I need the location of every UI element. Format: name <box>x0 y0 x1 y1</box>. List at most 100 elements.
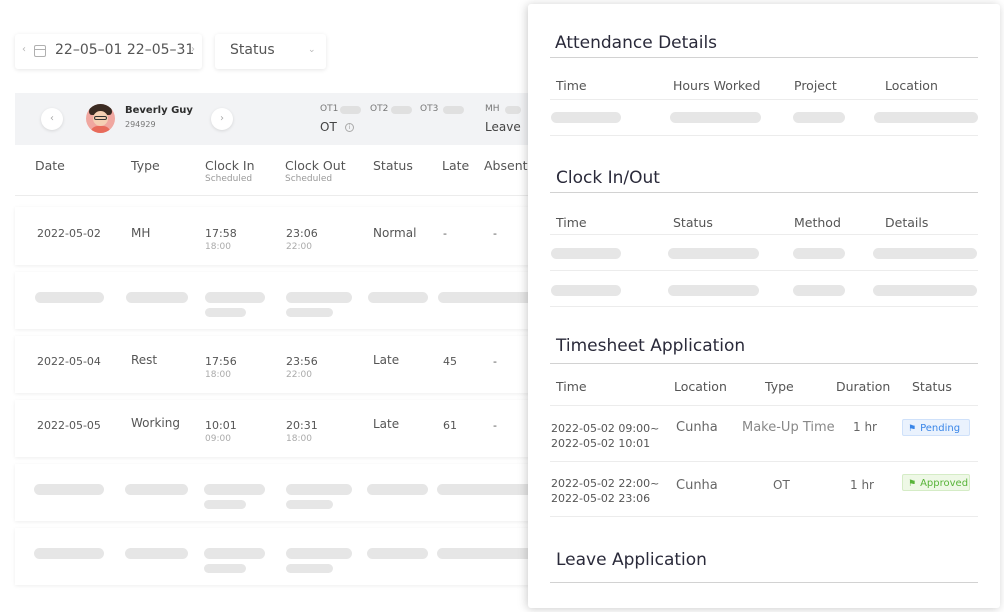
date-range-value: 22–05–01 22–05–31 <box>55 42 195 58</box>
skeleton-bar <box>793 285 845 296</box>
skeleton-bar <box>437 484 535 495</box>
date-range-picker[interactable]: ‹ 22–05–01 22–05–31 › <box>15 34 202 69</box>
employee-name: Beverly Guy <box>125 105 193 116</box>
prev-employee-button[interactable]: ‹ <box>41 108 63 130</box>
timesheet-time-start: 2022-05-02 09:00~ <box>551 422 660 435</box>
status-filter-label: Status <box>230 42 275 58</box>
avatar <box>86 104 115 133</box>
section-divider <box>550 192 978 193</box>
timesheet-location: Cunha <box>676 478 718 493</box>
row-late: 61 <box>443 419 457 432</box>
row-late: 45 <box>443 355 457 368</box>
row-divider <box>550 516 978 517</box>
next-employee-button[interactable]: › <box>211 108 233 130</box>
skeleton-bar <box>126 292 188 303</box>
timesheet-duration: 1 hr <box>853 420 877 434</box>
section-divider <box>550 57 978 58</box>
skeleton-bar <box>35 292 104 303</box>
calendar-icon <box>34 45 46 57</box>
ot-total-label: OT <box>320 120 337 134</box>
skeleton-bar <box>437 548 535 559</box>
skeleton-bar <box>874 112 978 123</box>
skeleton-bar <box>668 248 759 259</box>
leave-application-title: Leave Application <box>556 550 707 570</box>
section-divider <box>550 582 978 583</box>
table-row[interactable]: 2022-05-05 Working 10:01 09:00 20:31 18:… <box>15 400 535 457</box>
skeleton-bar <box>438 292 535 303</box>
chevron-right-icon[interactable]: › <box>191 44 195 55</box>
row-absent: - <box>493 419 497 432</box>
timesheet-application-title: Timesheet Application <box>556 336 746 356</box>
skeleton-bar <box>125 548 188 559</box>
skeleton-bar <box>286 484 352 495</box>
skeleton-bar <box>204 484 265 495</box>
attendance-col-hours: Hours Worked <box>673 78 761 93</box>
table-row[interactable]: 2022-05-02 MH 17:58 18:00 23:06 22:00 No… <box>15 207 535 265</box>
row-divider <box>550 234 978 235</box>
timesheet-time-end: 2022-05-02 10:01 <box>551 437 651 450</box>
status-badge-label: Pending <box>920 423 961 434</box>
chevron-down-icon: ⌄ <box>308 45 316 55</box>
row-clock-out-scheduled: 22:00 <box>286 242 312 252</box>
skeleton-bar <box>873 248 977 259</box>
table-row-loading <box>15 528 535 585</box>
table-row-loading <box>15 272 535 329</box>
section-divider <box>550 363 978 364</box>
ot3-value-placeholder <box>443 106 464 114</box>
col-clock-out: Clock Out <box>285 158 346 173</box>
skeleton-bar <box>34 484 104 495</box>
timesheet-col-duration: Duration <box>836 379 891 394</box>
skeleton-bar <box>286 500 333 509</box>
attendance-col-time: Time <box>556 78 587 93</box>
mh-label: MH <box>485 104 500 114</box>
col-status: Status <box>373 158 413 173</box>
skeleton-bar <box>204 564 246 573</box>
row-date: 2022-05-05 <box>37 419 101 432</box>
row-clock-out: 20:31 <box>286 419 318 432</box>
chevron-left-icon[interactable]: ‹ <box>22 44 26 55</box>
row-clock-in-scheduled: 18:00 <box>205 370 231 380</box>
clock-in-out-title: Clock In/Out <box>556 168 660 188</box>
status-badge-label: Approved <box>920 478 969 489</box>
col-clock-in: Clock In <box>205 158 255 173</box>
table-row-loading <box>15 464 535 521</box>
row-type: Working <box>131 416 180 430</box>
ot2-value-placeholder <box>391 106 412 114</box>
status-badge: ⚑ Approved <box>902 474 970 491</box>
col-clock-out-sub: Scheduled <box>285 174 333 184</box>
attendance-details-title: Attendance Details <box>555 33 718 53</box>
timesheet-type: OT <box>773 478 790 492</box>
row-clock-in: 10:01 <box>205 419 237 432</box>
row-absent: - <box>493 355 497 368</box>
skeleton-bar <box>205 308 246 317</box>
skeleton-bar <box>668 285 759 296</box>
skeleton-bar <box>286 564 333 573</box>
ot3-label: OT3 <box>420 104 439 114</box>
row-divider <box>550 135 978 136</box>
timesheet-type: Make-Up Time <box>742 420 835 435</box>
flag-icon: ⚑ <box>908 479 917 489</box>
row-divider <box>550 405 978 406</box>
row-status: Normal <box>373 226 417 240</box>
attendance-col-project: Project <box>794 78 837 93</box>
row-divider <box>550 461 978 462</box>
col-clock-in-sub: Scheduled <box>205 174 253 184</box>
mh-value-placeholder <box>505 106 521 114</box>
row-clock-in: 17:56 <box>205 355 237 368</box>
skeleton-bar <box>367 484 428 495</box>
row-clock-in-scheduled: 09:00 <box>205 434 231 444</box>
info-icon[interactable]: i <box>345 123 354 132</box>
status-filter-select[interactable]: Status ⌄ <box>215 34 326 69</box>
timesheet-duration: 1 hr <box>850 478 874 492</box>
row-clock-in: 17:58 <box>205 227 237 240</box>
table-row[interactable]: 2022-05-04 Rest 17:56 18:00 23:56 22:00 … <box>15 336 535 393</box>
row-clock-out: 23:06 <box>286 227 318 240</box>
skeleton-bar <box>551 285 621 296</box>
col-type: Type <box>131 158 160 173</box>
skeleton-bar <box>367 548 428 559</box>
row-status: Late <box>373 417 400 431</box>
row-clock-in-scheduled: 18:00 <box>205 242 231 252</box>
row-clock-out: 23:56 <box>286 355 318 368</box>
row-status: Late <box>373 353 400 367</box>
leave-total-label: Leave <box>485 120 521 134</box>
